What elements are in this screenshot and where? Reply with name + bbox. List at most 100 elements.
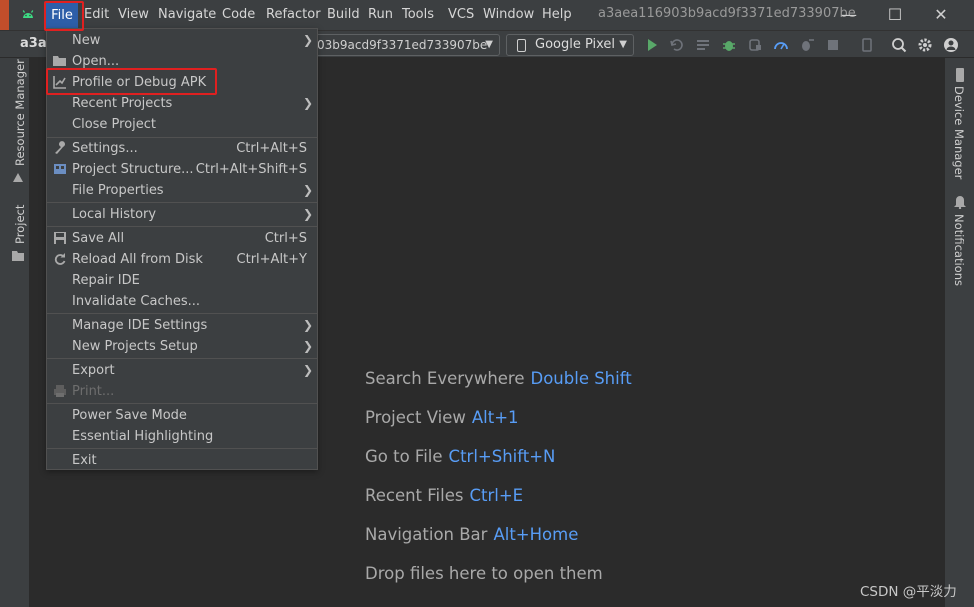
highlight-box-file-menu <box>44 1 84 31</box>
search-icon[interactable] <box>890 36 908 54</box>
menu-item-invalidate-caches[interactable]: Invalidate Caches... <box>47 291 317 312</box>
menu-item-power-save-mode[interactable]: Power Save Mode <box>47 405 317 426</box>
hint-shortcut: Ctrl+E <box>469 486 524 505</box>
menu-code[interactable]: Code <box>222 6 255 24</box>
project-tab[interactable]: Project <box>13 205 27 244</box>
print-icon <box>54 385 66 397</box>
menu-item-label: New Projects Setup <box>72 339 198 354</box>
attach-debugger-icon[interactable] <box>746 36 764 54</box>
chevron-down-icon: ▼ <box>619 39 627 50</box>
device-manager-tab[interactable]: Device Manager <box>952 86 966 179</box>
menu-item-essential-highlighting[interactable]: Essential Highlighting <box>47 426 317 447</box>
hint-search-everywhere: Search Everywhere Double Shift <box>365 369 632 388</box>
menu-item-shortcut: Ctrl+Alt+Y <box>236 252 307 267</box>
hint-shortcut: Ctrl+Shift+N <box>448 447 556 466</box>
chevron-right-icon: ❯ <box>302 207 313 221</box>
apply-changes-icon[interactable] <box>668 36 686 54</box>
minimize-icon[interactable]: — <box>838 5 860 25</box>
maximize-icon[interactable]: ☐ <box>884 5 906 25</box>
menu-item-print[interactable]: Print... <box>47 381 317 402</box>
profile-icon[interactable] <box>772 36 790 54</box>
highlight-box-profile-debug <box>46 68 217 95</box>
apply-code-changes-icon[interactable] <box>694 36 712 54</box>
menu-separator <box>47 226 317 227</box>
hint-navigation-bar: Navigation Bar Alt+Home <box>365 525 578 544</box>
chevron-right-icon: ❯ <box>302 339 313 353</box>
android-logo-icon <box>22 10 34 18</box>
menu-separator <box>47 358 317 359</box>
chevron-down-icon: ▼ <box>485 39 493 50</box>
device-manager-icon[interactable] <box>858 36 876 54</box>
hint-text: Recent Files <box>365 486 464 505</box>
menu-item-label: Essential Highlighting <box>72 429 214 444</box>
hint-text: Project View <box>365 408 466 427</box>
menu-tools[interactable]: Tools <box>402 6 434 24</box>
hint-shortcut: Alt+1 <box>471 408 519 427</box>
menu-item-new[interactable]: New ❯ <box>47 30 317 51</box>
resource-manager-tab[interactable]: Resource Manager <box>13 59 27 166</box>
menu-item-repair-ide[interactable]: Repair IDE <box>47 270 317 291</box>
gear-icon[interactable] <box>916 36 934 54</box>
menu-item-label: Save All <box>72 231 125 246</box>
menu-item-settings[interactable]: Settings... Ctrl+Alt+S <box>47 138 317 159</box>
device-selector[interactable]: Google Pixel ▼ <box>506 34 634 56</box>
menu-build[interactable]: Build <box>327 6 360 24</box>
account-icon[interactable] <box>942 36 960 54</box>
menu-view[interactable]: View <box>118 6 149 24</box>
menu-window[interactable]: Window <box>483 6 534 24</box>
menu-item-reload-from-disk[interactable]: Reload All from Disk Ctrl+Alt+Y <box>47 249 317 270</box>
menu-refactor[interactable]: Refactor <box>266 6 321 24</box>
hint-shortcut: Double Shift <box>530 369 632 388</box>
menu-item-label: Invalidate Caches... <box>72 294 201 309</box>
menu-item-label: Manage IDE Settings <box>72 318 208 333</box>
right-tool-stripe: Device Manager Notifications <box>944 58 974 607</box>
menu-item-label: New <box>72 33 101 48</box>
watermark-text: CSDN @平淡力 <box>860 584 957 600</box>
left-tool-stripe: Resource Manager Project <box>0 58 30 607</box>
menu-item-export[interactable]: Export ❯ <box>47 360 317 381</box>
notifications-tab[interactable]: Notifications <box>952 214 966 286</box>
menu-item-close-project[interactable]: Close Project <box>47 114 317 135</box>
chevron-right-icon: ❯ <box>302 183 313 197</box>
menu-separator <box>47 202 317 203</box>
run-icon[interactable] <box>643 36 661 54</box>
menu-item-label: Repair IDE <box>72 273 140 288</box>
hint-shortcut: Alt+Home <box>493 525 579 544</box>
menu-separator <box>47 448 317 449</box>
menu-item-label: Local History <box>72 207 157 222</box>
run-config-selector[interactable]: 03b9acd9f3371ed733907be ▼ <box>300 34 500 56</box>
menu-item-label: Power Save Mode <box>72 408 187 423</box>
menu-item-exit[interactable]: Exit <box>47 450 317 471</box>
debug-icon[interactable] <box>720 36 738 54</box>
menu-item-recent-projects[interactable]: Recent Projects ❯ <box>47 93 317 114</box>
menu-item-file-properties[interactable]: File Properties ❯ <box>47 180 317 201</box>
menu-item-shortcut: Ctrl+S <box>264 231 307 246</box>
menu-item-label: Project Structure... <box>72 162 194 177</box>
close-icon[interactable]: ✕ <box>930 5 952 25</box>
resource-manager-icon <box>13 173 23 182</box>
menu-vcs[interactable]: VCS <box>448 6 474 24</box>
chevron-right-icon: ❯ <box>302 96 313 110</box>
run-config-label: 03b9acd9f3371ed733907be <box>317 38 488 52</box>
hint-project-view: Project View Alt+1 <box>365 408 519 427</box>
run-with-coverage-icon[interactable] <box>798 36 816 54</box>
hint-drop-files: Drop files here to open them <box>365 564 603 583</box>
chevron-right-icon: ❯ <box>302 33 313 47</box>
menu-item-label: Reload All from Disk <box>72 252 203 267</box>
chevron-right-icon: ❯ <box>302 363 313 377</box>
menu-item-local-history[interactable]: Local History ❯ <box>47 204 317 225</box>
menu-item-manage-ide-settings[interactable]: Manage IDE Settings ❯ <box>47 315 317 336</box>
stop-icon[interactable] <box>824 36 842 54</box>
project-structure-icon <box>54 164 66 174</box>
menu-item-project-structure[interactable]: Project Structure... Ctrl+Alt+Shift+S <box>47 159 317 180</box>
menu-run[interactable]: Run <box>368 6 393 24</box>
menu-item-save-all[interactable]: Save All Ctrl+S <box>47 228 317 249</box>
menu-item-label: Recent Projects <box>72 96 173 111</box>
hint-text: Go to File <box>365 447 443 466</box>
menu-help[interactable]: Help <box>542 6 572 24</box>
device-label: Google Pixel <box>535 37 616 52</box>
menu-edit[interactable]: Edit <box>84 6 109 24</box>
menu-item-new-projects-setup[interactable]: New Projects Setup ❯ <box>47 336 317 357</box>
hint-recent-files: Recent Files Ctrl+E <box>365 486 523 505</box>
menu-navigate[interactable]: Navigate <box>158 6 216 24</box>
